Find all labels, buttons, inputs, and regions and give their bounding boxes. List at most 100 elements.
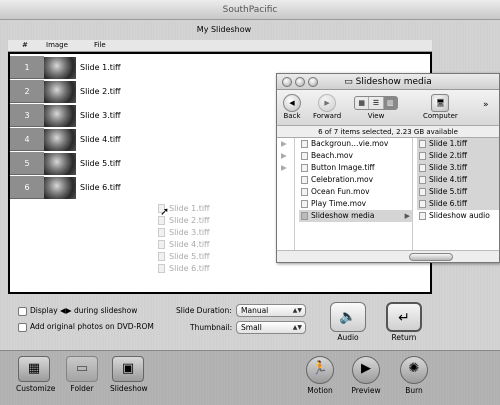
- folder-icon: ▭: [344, 77, 356, 87]
- back-icon: ◀: [283, 94, 301, 112]
- slide-thumbnail: [44, 81, 76, 103]
- list-view-icon[interactable]: ☰: [369, 97, 384, 109]
- window-title: SouthPacific: [222, 5, 278, 15]
- file-item[interactable]: Slide 1.tiff: [417, 138, 499, 150]
- file-item[interactable]: Slide 5.tiff: [417, 186, 499, 198]
- image-file-icon: [301, 164, 308, 172]
- image-file-icon: [419, 176, 426, 184]
- icon-view-icon[interactable]: ▦: [355, 97, 370, 109]
- folder-item[interactable]: Slideshow media ▶: [299, 210, 412, 222]
- slide-thumbnail: [44, 153, 76, 175]
- customize-button[interactable]: ▦ Customize: [16, 356, 55, 393]
- display-arrows-checkbox[interactable]: [18, 307, 27, 316]
- image-file-icon: [419, 200, 426, 208]
- display-arrows-label: Display ◀▶ during slideshow: [30, 306, 138, 315]
- slideshow-button[interactable]: ▣ Slideshow: [110, 356, 148, 393]
- app-window: SouthPacific My Slideshow # Image File 1…: [0, 0, 500, 405]
- back-button[interactable]: ◀ Back: [283, 94, 301, 120]
- file-item[interactable]: Slide 3.tiff: [417, 162, 499, 174]
- file-item[interactable]: Slide 4.tiff: [417, 174, 499, 186]
- file-icon: [158, 264, 165, 273]
- view-control[interactable]: ▦ ☰ ▥ View: [351, 94, 401, 120]
- col-image[interactable]: Image: [46, 41, 68, 49]
- slide-number: 2: [10, 80, 44, 103]
- disclosure-icon[interactable]: ▶: [277, 138, 294, 150]
- slide-duration-select[interactable]: Manual ▲▼: [236, 304, 306, 317]
- slideshow-icon: ▣: [112, 356, 144, 382]
- speaker-icon: 🔈: [339, 309, 357, 325]
- disclosure-icon[interactable]: ▶: [277, 150, 294, 162]
- burn-button[interactable]: ✺ Burn: [396, 356, 432, 395]
- finder-column-2[interactable]: Slide 1.tiff Slide 2.tiff Slide 3.tiff S…: [417, 138, 499, 250]
- col-file[interactable]: File: [94, 41, 106, 49]
- file-item[interactable]: Celebration.mov: [299, 174, 412, 186]
- return-button[interactable]: ↵: [386, 302, 422, 332]
- slide-thumbnail: [44, 105, 76, 127]
- folder-button[interactable]: ▭ Folder: [64, 356, 100, 393]
- col-number[interactable]: #: [22, 41, 28, 49]
- arrows-icon: ◀▶: [60, 306, 72, 315]
- slide-filename: Slide 4.tiff: [80, 135, 121, 144]
- movie-file-icon: [301, 200, 308, 208]
- thumbnail-select[interactable]: Small ▲▼: [236, 321, 306, 334]
- view-segmented[interactable]: ▦ ☰ ▥: [354, 96, 398, 110]
- file-item[interactable]: Play Time.mov: [299, 198, 412, 210]
- finder-titlebar[interactable]: ▭ Slideshow media: [277, 74, 499, 90]
- popup-arrows-icon: ▲▼: [292, 324, 302, 331]
- window-titlebar[interactable]: SouthPacific: [0, 0, 500, 20]
- customize-icon: ▦: [18, 356, 50, 382]
- motion-button[interactable]: 🏃 Motion: [302, 356, 338, 395]
- file-item[interactable]: Ocean Fun.mov: [299, 186, 412, 198]
- return-label: Return: [391, 333, 417, 342]
- file-item[interactable]: Button Image.tiff: [299, 162, 412, 174]
- burn-icon: ✺: [400, 356, 428, 384]
- toolbar-overflow-icon[interactable]: »: [483, 100, 489, 110]
- drag-ghost-item: Slide 3.tiff: [158, 228, 228, 240]
- audio-button[interactable]: 🔈: [330, 302, 366, 332]
- finder-column-0[interactable]: ▶ ▶ ▶: [277, 138, 295, 250]
- slide-filename: Slide 3.tiff: [80, 111, 121, 120]
- file-icon: [158, 228, 165, 237]
- file-item[interactable]: Slideshow audio: [417, 210, 499, 222]
- drag-ghost-item: Slide 4.tiff: [158, 240, 228, 252]
- image-file-icon: [419, 164, 426, 172]
- add-original-checkbox[interactable]: [18, 323, 27, 332]
- finder-toolbar: ◀ Back ▶ Forward ▦ ☰ ▥ View 🖥 Computer »: [277, 90, 499, 126]
- close-button[interactable]: [282, 77, 292, 87]
- slide-duration-label: Slide Duration:: [176, 306, 232, 315]
- slide-thumbnail: [44, 129, 76, 151]
- image-file-icon: [419, 152, 426, 160]
- computer-button[interactable]: 🖥 Computer: [423, 94, 458, 120]
- slide-thumbnail: [44, 177, 76, 199]
- slide-filename: Slide 2.tiff: [80, 87, 121, 96]
- motion-icon: 🏃: [306, 356, 334, 384]
- finder-window[interactable]: ▭ Slideshow media ◀ Back ▶ Forward ▦ ☰ ▥…: [276, 73, 500, 263]
- slide-number: 4: [10, 128, 44, 151]
- popup-arrows-icon: ▲▼: [292, 307, 302, 314]
- slide-number: 5: [10, 152, 44, 175]
- file-item[interactable]: Backgroun…vie.mov: [299, 138, 412, 150]
- movie-file-icon: [301, 188, 308, 196]
- finder-column-1[interactable]: Backgroun…vie.mov Beach.mov Button Image…: [299, 138, 413, 250]
- scrollbar-thumb[interactable]: [409, 253, 453, 261]
- thumbnail-label: Thumbnail:: [190, 323, 233, 332]
- mouse-cursor-icon: ➚: [160, 205, 170, 218]
- preview-button[interactable]: ▶ Preview: [348, 356, 384, 395]
- file-item[interactable]: Beach.mov: [299, 150, 412, 162]
- disclosure-icon[interactable]: ▶: [277, 162, 294, 174]
- slide-filename: Slide 5.tiff: [80, 159, 121, 168]
- drag-ghost-item: Slide 6.tiff: [158, 264, 228, 276]
- movie-file-icon: [301, 140, 308, 148]
- forward-button[interactable]: ▶ Forward: [313, 94, 341, 120]
- column-view-icon[interactable]: ▥: [383, 97, 397, 109]
- minimize-button[interactable]: [295, 77, 305, 87]
- file-item[interactable]: Slide 6.tiff: [417, 198, 499, 210]
- forward-icon: ▶: [318, 94, 337, 112]
- zoom-button[interactable]: [308, 77, 318, 87]
- file-item[interactable]: Slide 2.tiff: [417, 150, 499, 162]
- slide-number: 1: [10, 56, 44, 79]
- slide-thumbnail: [44, 57, 76, 79]
- horizontal-scrollbar[interactable]: [277, 250, 499, 262]
- slide-number: 3: [10, 104, 44, 127]
- file-icon: [158, 252, 165, 261]
